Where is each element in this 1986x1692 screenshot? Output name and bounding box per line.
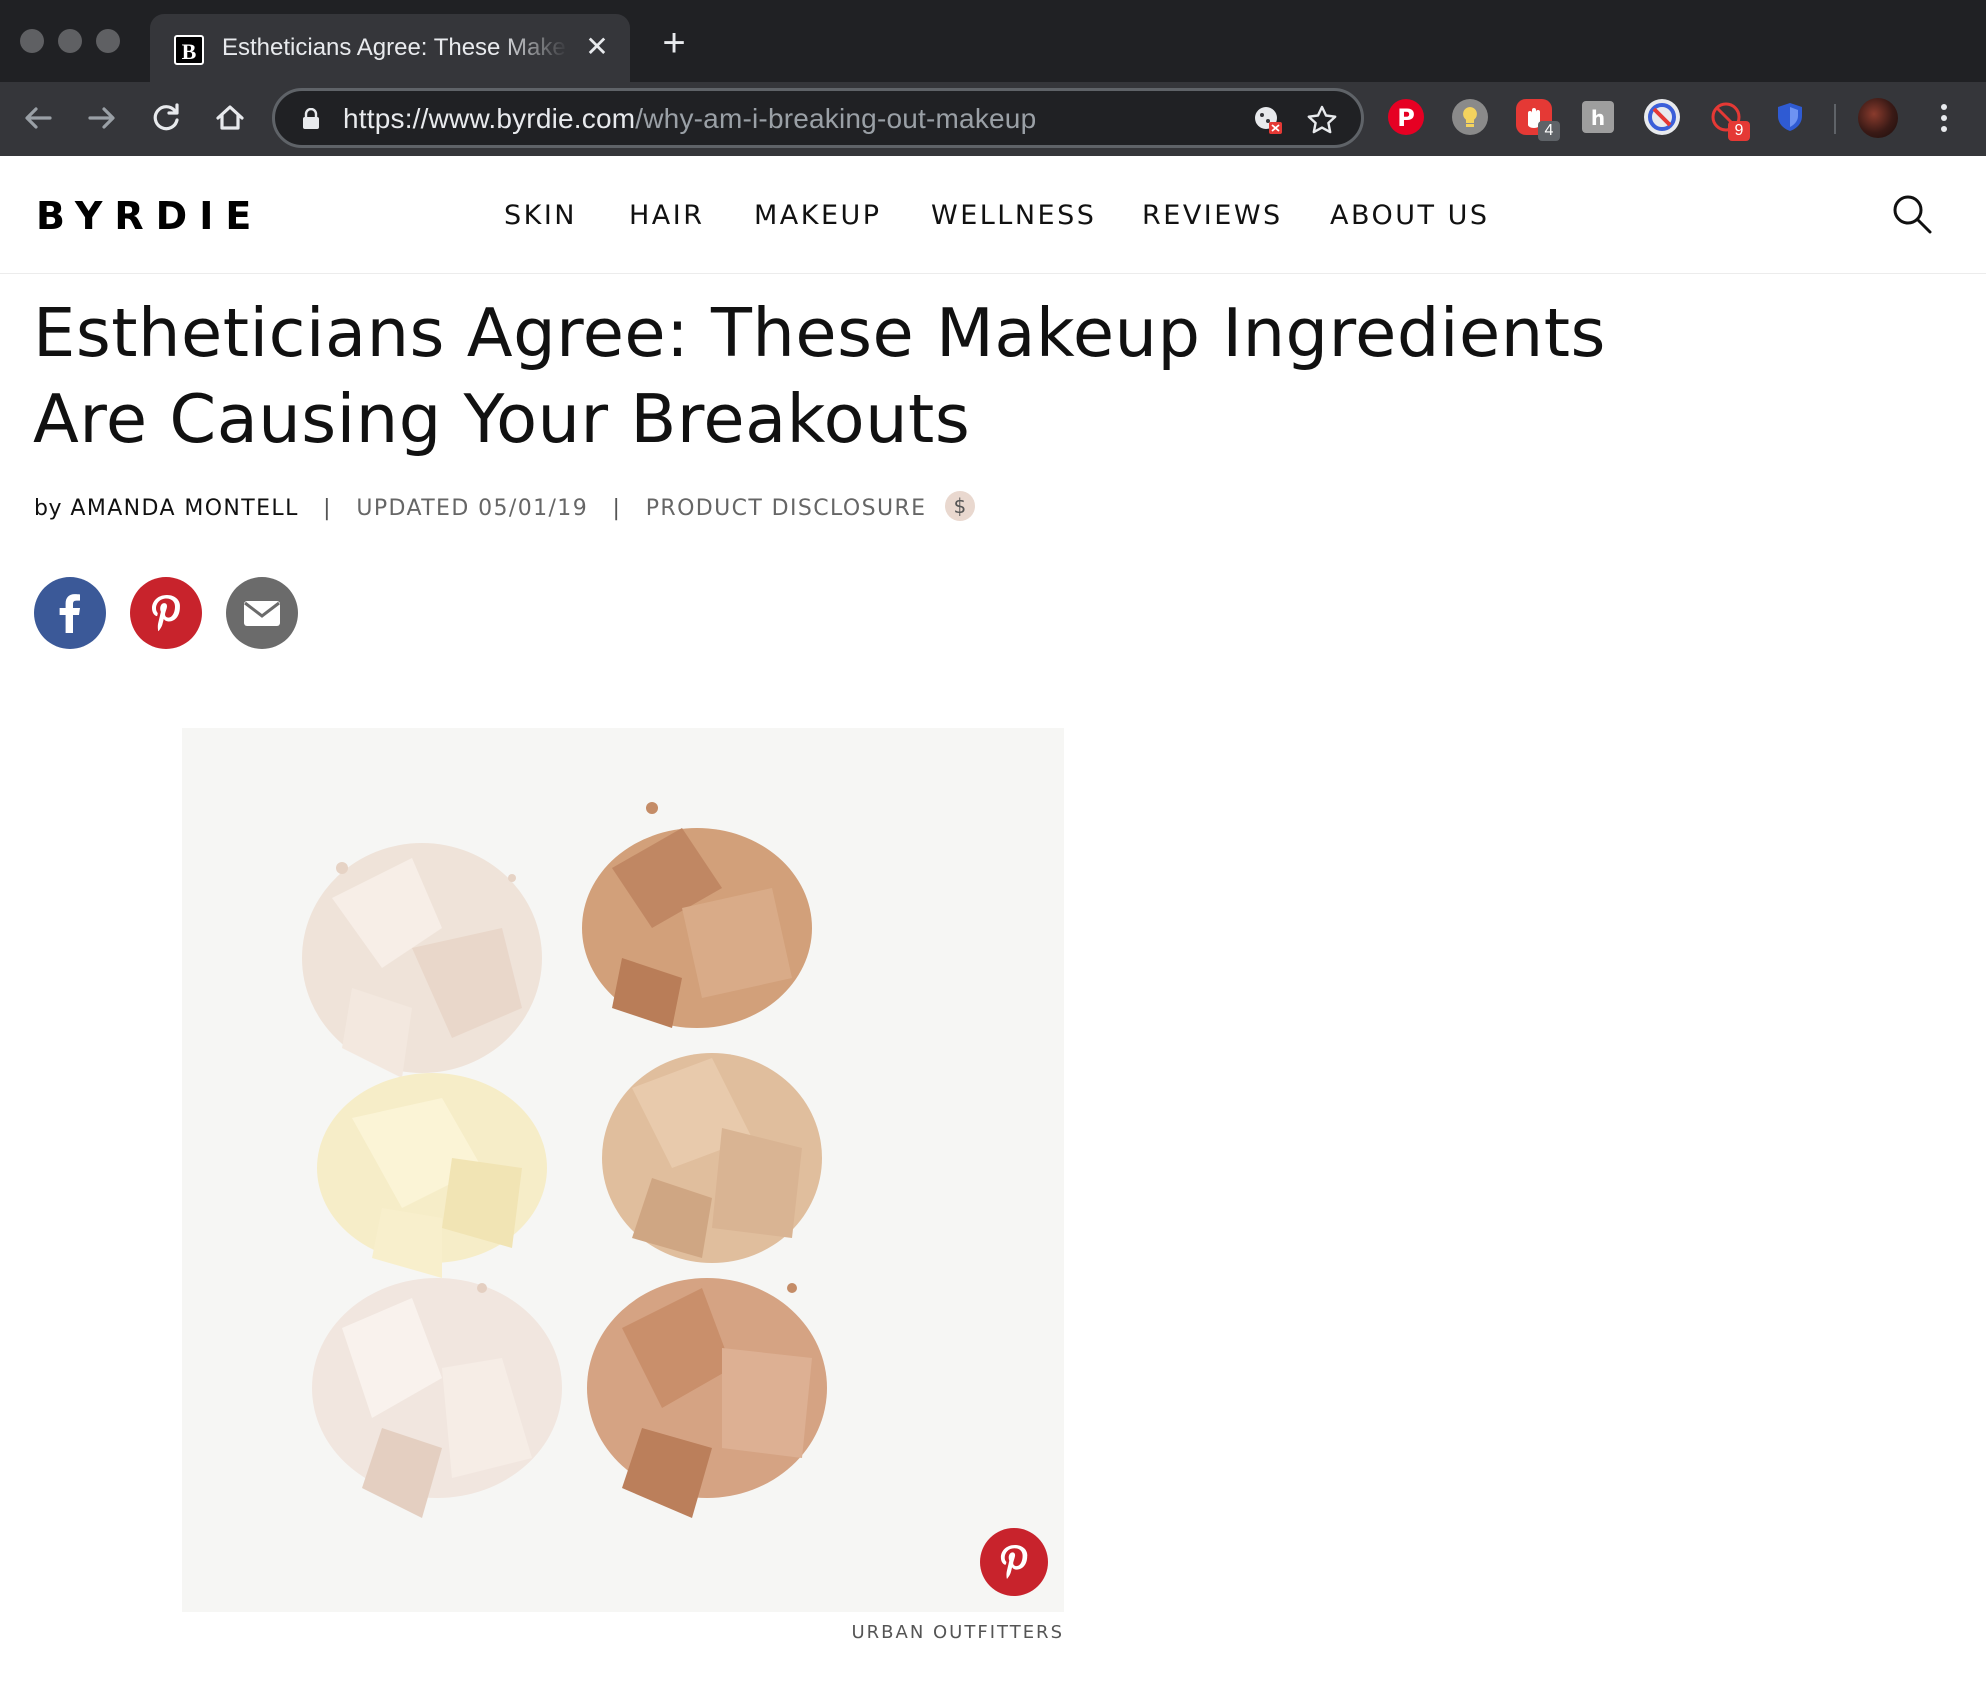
byline-prefix: by bbox=[34, 496, 62, 521]
hero-image-crushed-powder bbox=[182, 728, 1064, 1612]
facebook-share-button[interactable] bbox=[34, 577, 106, 649]
nav-item-wellness[interactable]: WELLNESS bbox=[931, 200, 1096, 231]
facebook-icon bbox=[34, 577, 106, 649]
article-headline: Estheticians Agree: These Makeup Ingredi… bbox=[33, 294, 1606, 458]
toolbar-divider bbox=[1834, 104, 1836, 134]
address-bar[interactable]: https://www.byrdie.com/why-am-i-breaking… bbox=[272, 88, 1364, 148]
search-icon[interactable] bbox=[1890, 192, 1934, 236]
browser-tab[interactable]: B Estheticians Agree: These Makeup Ingre… bbox=[150, 14, 630, 82]
byline-separator: | bbox=[612, 496, 622, 521]
lock-icon bbox=[303, 108, 319, 129]
adblock-extension-icon[interactable]: 4 bbox=[1516, 99, 1560, 141]
tab-title: Estheticians Agree: These Makeup Ingredi… bbox=[222, 34, 568, 61]
url-text: https://www.byrdie.com/why-am-i-breaking… bbox=[343, 103, 1036, 135]
shield-extension-icon[interactable] bbox=[1772, 99, 1808, 135]
bulb-extension-icon[interactable] bbox=[1452, 99, 1488, 135]
byline: by AMANDA MONTELL | UPDATED 05/01/19 | P… bbox=[34, 491, 975, 524]
nav-item-skin[interactable]: SKIN bbox=[504, 200, 577, 231]
email-share-button[interactable] bbox=[226, 577, 298, 649]
browser-titlebar: B Estheticians Agree: These Makeup Ingre… bbox=[0, 0, 1986, 82]
byline-separator: | bbox=[323, 496, 332, 521]
powder-right-middle bbox=[602, 1053, 822, 1263]
updated-date: UPDATED 05/01/19 bbox=[356, 496, 589, 521]
honey-extension-icon[interactable]: h bbox=[1582, 101, 1614, 133]
pinterest-extension-icon[interactable]: P bbox=[1388, 99, 1424, 135]
tab-close-icon[interactable]: ✕ bbox=[582, 32, 612, 62]
pin-image-button[interactable] bbox=[980, 1528, 1048, 1596]
site-logo[interactable]: BYRDIE bbox=[36, 194, 263, 238]
nav-item-hair[interactable]: HAIR bbox=[629, 200, 705, 231]
forward-icon[interactable] bbox=[80, 96, 124, 140]
svg-text:h: h bbox=[1591, 106, 1605, 130]
window-minimize-control[interactable] bbox=[58, 29, 82, 53]
email-icon bbox=[226, 577, 298, 649]
url-host: https://www.byrdie.com bbox=[343, 103, 636, 134]
bookmark-star-icon[interactable] bbox=[1305, 103, 1339, 137]
adblock-badge: 4 bbox=[1538, 121, 1560, 141]
author-link[interactable]: AMANDA MONTELL bbox=[70, 496, 298, 521]
image-caption: URBAN OUTFITTERS bbox=[851, 1622, 1064, 1643]
site-header: BYRDIE SKIN HAIR MAKEUP WELLNESS REVIEWS… bbox=[0, 156, 1986, 274]
pinterest-icon bbox=[130, 577, 202, 649]
crushed-powder-illustration bbox=[182, 728, 1064, 1612]
nav-item-makeup[interactable]: MAKEUP bbox=[754, 200, 882, 231]
nav-item-about-us[interactable]: ABOUT US bbox=[1330, 200, 1490, 231]
pinterest-icon bbox=[1000, 1545, 1028, 1579]
profile-avatar[interactable] bbox=[1858, 98, 1898, 138]
home-icon[interactable] bbox=[208, 96, 252, 140]
tracker-extension-icon[interactable]: 9 bbox=[1708, 99, 1750, 141]
cookie-blocked-icon[interactable] bbox=[1251, 103, 1285, 137]
svg-text:P: P bbox=[1397, 104, 1415, 132]
window-close-control[interactable] bbox=[20, 29, 44, 53]
blocker-extension-icon[interactable] bbox=[1644, 99, 1680, 135]
tracker-badge: 9 bbox=[1728, 121, 1750, 141]
back-icon[interactable] bbox=[16, 96, 60, 140]
pinterest-share-button[interactable] bbox=[130, 577, 202, 649]
reload-icon[interactable] bbox=[144, 96, 188, 140]
browser-toolbar: https://www.byrdie.com/why-am-i-breaking… bbox=[0, 82, 1986, 156]
product-disclosure-link[interactable]: PRODUCT DISCLOSURE bbox=[646, 496, 927, 521]
nav-item-reviews[interactable]: REVIEWS bbox=[1142, 200, 1283, 231]
window-zoom-control[interactable] bbox=[96, 29, 120, 53]
browser-menu-icon[interactable] bbox=[1934, 100, 1954, 138]
dollar-icon[interactable]: $ bbox=[944, 491, 975, 521]
tab-favicon: B bbox=[174, 35, 204, 65]
url-path: /why-am-i-breaking-out-makeup bbox=[635, 103, 1037, 134]
new-tab-icon[interactable]: + bbox=[656, 23, 692, 63]
